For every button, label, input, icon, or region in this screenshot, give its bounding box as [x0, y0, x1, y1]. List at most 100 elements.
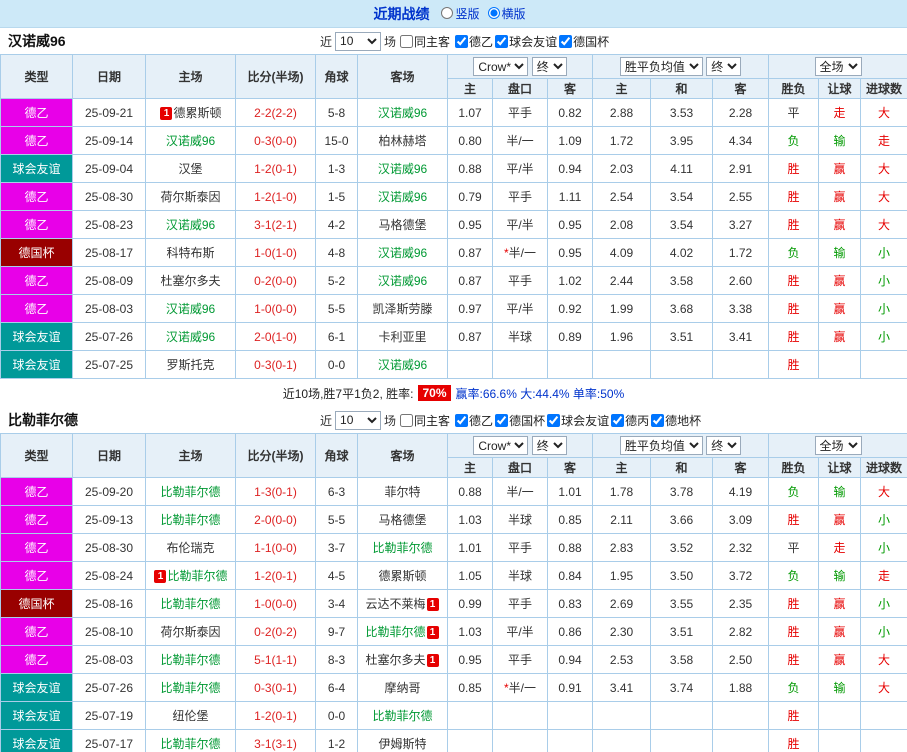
- away-team-cell: 菲尔特: [357, 477, 448, 506]
- league-type-cell: 德乙: [0, 210, 73, 239]
- odds-away-cell: 0.94: [546, 154, 594, 183]
- red-card-badge: 1: [154, 570, 167, 583]
- away-team-cell: 德累斯顿: [357, 561, 448, 590]
- away-team-cell: 柏林赫塔: [357, 126, 448, 155]
- result-goals-cell: 大: [860, 210, 907, 239]
- corner-cell: 1-5: [315, 182, 358, 211]
- league-filter-德国杯[interactable]: 德国杯: [495, 412, 545, 429]
- match-row: 球会友谊 25-07-26 比勒菲尔德 0-3(0-1) 6-4 摩纳哥 0.85 *半/一 0…: [0, 673, 907, 702]
- avg-header-controls: 胜平负均值 终: [592, 54, 770, 79]
- team-name-text: 比勒菲尔德: [160, 681, 221, 695]
- home-team-cell: 荷尔斯泰因: [145, 182, 236, 211]
- result-handicap-cell: 输: [818, 673, 862, 702]
- scope-select[interactable]: 全场: [814, 436, 862, 455]
- odds-handicap-cell: 平手: [492, 589, 548, 618]
- odds-stage-select[interactable]: 终: [531, 436, 567, 455]
- avg-stage-select[interactable]: 终: [706, 436, 742, 455]
- team-name-text: 汉诺威96: [165, 302, 216, 316]
- avg-draw-cell: 3.58: [650, 266, 714, 295]
- corner-cell: 15-0: [315, 126, 358, 155]
- avg-stage-select[interactable]: 终: [706, 57, 742, 76]
- same-venue-filter[interactable]: 同主客: [400, 412, 450, 429]
- result-handicap-cell: 输: [818, 238, 862, 267]
- league-filter-checkbox[interactable]: [547, 413, 561, 427]
- layout-radio-horizontal[interactable]: 横版: [487, 5, 526, 22]
- away-team-cell: 卡利亚里: [357, 322, 448, 351]
- score-cell: 5-1(1-1): [235, 645, 316, 674]
- result-goals-cell: 大: [860, 182, 907, 211]
- team-name-text: 汉诺威96: [377, 106, 428, 120]
- same-venue-checkbox[interactable]: [400, 413, 414, 427]
- league-filter-球会友谊[interactable]: 球会友谊: [495, 33, 557, 50]
- team-name-text: 比勒菲尔德: [160, 653, 221, 667]
- team-name-text: 马格德堡: [378, 513, 427, 527]
- avg-home-cell: [592, 701, 652, 730]
- result-outcome-cell: 胜: [768, 294, 820, 323]
- team-name-heading: 汉诺威96: [8, 33, 66, 49]
- radio-label: 竖版: [455, 6, 480, 21]
- team-name-text: 汉诺威96: [377, 358, 428, 372]
- odds-handicap-cell: 平手: [492, 533, 548, 562]
- league-filter-checkbox[interactable]: [455, 413, 469, 427]
- home-team-cell: 罗斯托克: [145, 350, 236, 379]
- odds-home-cell: 1.01: [447, 533, 493, 562]
- league-filter-德乙[interactable]: 德乙: [455, 33, 493, 50]
- layout-radio-vertical[interactable]: 竖版: [441, 5, 480, 22]
- team-name-text: 比勒菲尔德: [160, 597, 221, 611]
- league-filter-checkbox[interactable]: [455, 34, 469, 48]
- avg-source-select[interactable]: 胜平负均值: [619, 57, 703, 76]
- avg-draw-cell: [650, 729, 714, 752]
- league-filter-球会友谊[interactable]: 球会友谊: [547, 412, 609, 429]
- league-filter-德国杯[interactable]: 德国杯: [559, 33, 609, 50]
- league-filter-checkbox[interactable]: [495, 413, 509, 427]
- league-filter-checkbox[interactable]: [611, 413, 625, 427]
- avg-home-cell: 2.83: [592, 533, 652, 562]
- result-handicap-cell: 走: [818, 533, 862, 562]
- col-header-handicap-result: 让球: [818, 78, 862, 99]
- same-venue-checkbox[interactable]: [400, 34, 414, 48]
- home-team-cell: 杜塞尔多夫: [145, 266, 236, 295]
- avg-away-cell: [712, 701, 770, 730]
- league-filter-德乙[interactable]: 德乙: [455, 412, 493, 429]
- col-header-avg-draw: 和: [650, 78, 714, 99]
- away-team-cell: 比勒菲尔德 1: [357, 617, 448, 646]
- league-filter-group: 德乙 球会友谊 德国杯: [454, 33, 610, 50]
- league-filter-checkbox[interactable]: [559, 34, 573, 48]
- radio-input[interactable]: [441, 7, 454, 20]
- odds-stage-select[interactable]: 终: [531, 57, 567, 76]
- radio-input[interactable]: [487, 7, 500, 20]
- home-team-cell: 荷尔斯泰因: [145, 617, 236, 646]
- odds-home-cell: 0.85: [447, 673, 493, 702]
- recent-count-select[interactable]: 10: [335, 31, 382, 51]
- league-filter-德地杯[interactable]: 德地杯: [651, 412, 701, 429]
- date-cell: 25-07-19: [72, 701, 146, 730]
- league-type-cell: 德乙: [0, 126, 73, 155]
- col-header-date: 日期: [72, 54, 146, 99]
- avg-home-cell: 1.72: [592, 126, 652, 155]
- team-name-text: 菲尔特: [384, 485, 421, 499]
- result-outcome-cell: 胜: [768, 505, 820, 534]
- odds-source-select[interactable]: Crow*: [473, 57, 529, 76]
- match-row: 德乙 25-08-30 荷尔斯泰因 1-2(1-0) 1-5 汉诺威96 0.79 平手 1.1…: [0, 182, 907, 211]
- same-venue-filter[interactable]: 同主客: [400, 33, 450, 50]
- odds-handicap-cell: [492, 350, 548, 379]
- odds-home-cell: 0.88: [447, 477, 493, 506]
- home-team-cell: 纽伦堡: [145, 701, 236, 730]
- team-name-text: 卡利亚里: [378, 330, 427, 344]
- away-team-cell: 伊姆斯特: [357, 729, 448, 752]
- league-filter-checkbox[interactable]: [495, 34, 509, 48]
- team-name-text: 柏林赫塔: [378, 134, 427, 148]
- recent-count-select[interactable]: 10: [335, 410, 382, 430]
- league-filter-德丙[interactable]: 德丙: [611, 412, 649, 429]
- scope-select[interactable]: 全场: [814, 57, 862, 76]
- avg-source-select[interactable]: 胜平负均值: [619, 436, 703, 455]
- away-team-cell: 凯泽斯劳滕: [357, 294, 448, 323]
- league-filter-checkbox[interactable]: [651, 413, 665, 427]
- match-row: 球会友谊 25-07-17 比勒菲尔德 3-1(3-1) 1-2 伊姆斯特 胜: [0, 729, 907, 752]
- odds-source-select[interactable]: Crow*: [473, 436, 529, 455]
- filter-controls: 近 10 场 同主客 德乙 德国杯 球会友谊 德丙 德地杯: [320, 407, 702, 433]
- score-cell: 0-3(0-0): [235, 126, 316, 155]
- col-header-type: 类型: [0, 54, 73, 99]
- team-name-text: 科特布斯: [166, 246, 215, 260]
- odds-home-cell: 0.87: [447, 322, 493, 351]
